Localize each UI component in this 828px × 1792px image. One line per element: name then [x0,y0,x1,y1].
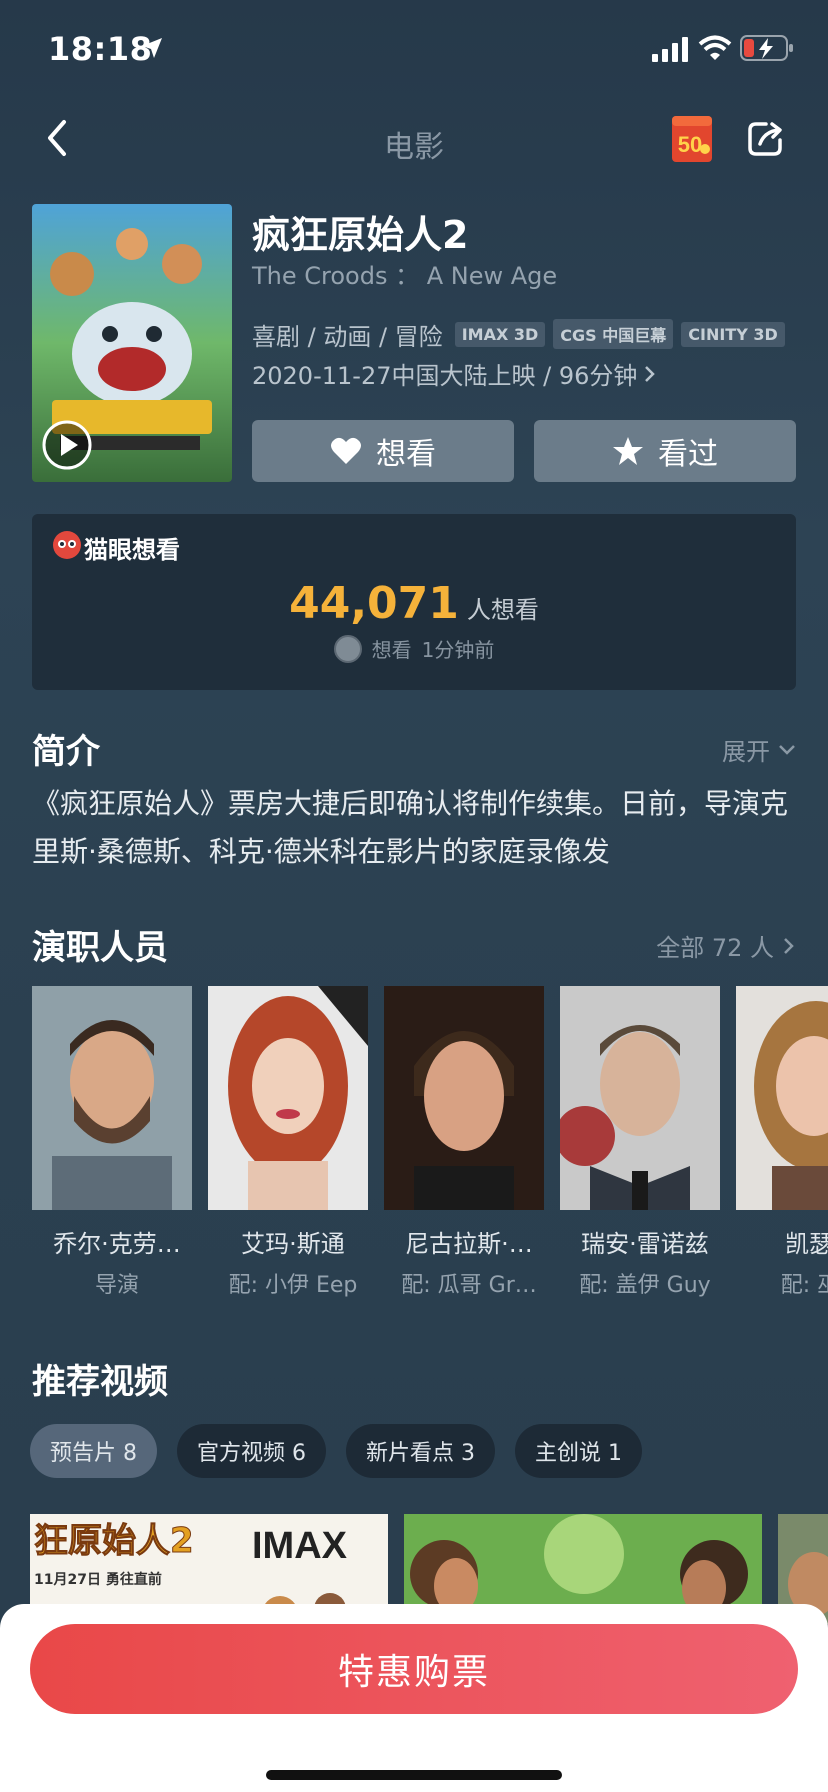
cast-photo [208,986,368,1210]
want-to-watch-button[interactable]: 想看 [252,420,514,482]
movie-title: 疯狂原始人2 [252,213,469,257]
battery-charging-icon [740,35,793,61]
tab-trailers[interactable]: 预告片 8 [30,1424,157,1478]
wifi-icon [698,35,732,60]
cast-role: 导演 [94,1273,139,1298]
genres: 喜剧 / 动画 / 冒险 [252,322,443,351]
cast-role: 配: 小伊 Eep [228,1273,358,1298]
watched-button[interactable]: 看过 [534,420,796,482]
play-icon[interactable] [42,420,92,470]
star-icon [613,437,643,465]
location-arrow-icon [142,38,162,58]
heart-icon [331,437,361,464]
chevron-right-icon [784,937,794,954]
buy-tickets-button[interactable]: 特惠购票 [30,1624,798,1714]
status-bar: 18:18 [0,0,828,100]
cast-all-button[interactable]: 全部 72 人 [656,928,796,963]
intro-expand-button[interactable]: 展开 [722,732,796,767]
intro-title: 简介 [32,732,100,772]
want-count: 44,071 [289,578,459,629]
release-text: 2020-11-27中国大陆上映 / 96分钟 [252,362,638,390]
cast-photo [384,986,544,1210]
thumbnail-title: 狂原始人2 [34,1521,194,1561]
movie-poster[interactable] [32,204,232,482]
format-tag: CINITY 3D [681,321,785,347]
movie-english-title: The Croods ： A New Age [252,262,558,290]
want-button-label: 想看 [376,437,436,472]
cast-name: 凯瑟琳 [785,1230,828,1258]
genre-row: 喜剧 / 动画 / 冒险 IMAX 3D CGS 中国巨幕 CINITY 3D [252,318,785,351]
videos-title: 推荐视频 [32,1362,168,1402]
cast-card[interactable]: 瑞安·雷诺兹 配: 盖伊 Guy [560,986,720,1299]
video-tabs: 预告片 8 官方视频 6 新片看点 3 主创说 1 [30,1424,642,1478]
thumbnail-subtitle: 11月27日 勇往直前 [34,1571,162,1588]
cast-photo [32,986,192,1210]
signal-icon [652,37,688,62]
purchase-bar: 特惠购票 [0,1604,828,1792]
cast-list: 乔尔·克劳… 导演 艾玛·斯通 配: 小伊 Eep 尼古拉斯·… 配: 瓜哥 G… [32,986,828,1306]
cast-name: 乔尔·克劳… [53,1230,181,1258]
avatar [333,634,362,663]
recent-activity: 想看 1分钟前 [32,634,796,663]
maoyan-label: 猫眼想看 [84,536,180,564]
chevron-right-icon [645,365,656,382]
cast-photo [736,986,828,1210]
cast-card[interactable]: 凯瑟琳 配: 巫嘎 [736,986,828,1299]
recent-action: 想看 [371,638,412,662]
watched-button-label: 看过 [658,437,718,472]
want-count-row: 44,071 人想看 [32,578,796,629]
tab-official-videos[interactable]: 官方视频 6 [177,1424,326,1478]
nav-bar: 电影 50 [0,110,828,170]
want-count-unit: 人想看 [466,596,539,624]
thumbnail-brand: IMAX [252,1525,348,1567]
cast-role: 配: 巫嘎 [780,1273,828,1298]
cast-name: 艾玛·斯通 [241,1230,345,1258]
maoyan-want-card[interactable]: 猫眼想看 44,071 人想看 想看 1分钟前 [32,514,796,690]
intro-text: 《疯狂原始人》票房大捷后即确认将制作续集。日前，导演克里斯·桑德斯、科克·德米科… [32,787,789,868]
cast-all-label: 全部 72 人 [656,934,774,962]
format-tag: IMAX 3D [454,321,546,347]
cast-name: 瑞安·雷诺兹 [581,1230,709,1258]
chevron-down-icon [779,744,795,755]
status-time: 18:18 [48,30,153,68]
cast-role: 配: 盖伊 Guy [579,1273,711,1298]
share-icon[interactable] [746,120,784,158]
cast-card[interactable]: 尼古拉斯·… 配: 瓜哥 Gr… [384,986,544,1299]
home-indicator [266,1770,562,1780]
coupon-badge-text: 50 [678,132,702,157]
coupon-badge-icon[interactable]: 50 [672,116,712,162]
expand-label: 展开 [722,738,770,766]
tab-creators-talk[interactable]: 主创说 1 [515,1424,642,1478]
maoyan-logo-icon [53,531,81,559]
cast-name: 尼古拉斯·… [405,1230,533,1258]
cast-photo [560,986,720,1210]
cast-title: 演职人员 [32,928,168,968]
recent-time: 1分钟前 [421,638,495,662]
tab-highlights[interactable]: 新片看点 3 [346,1424,495,1478]
cast-role: 配: 瓜哥 Gr… [401,1273,537,1298]
cast-card[interactable]: 艾玛·斯通 配: 小伊 Eep [208,986,368,1299]
release-info[interactable]: 2020-11-27中国大陆上映 / 96分钟 [252,356,657,391]
cast-card[interactable]: 乔尔·克劳… 导演 [32,986,192,1299]
format-tag: CGS 中国巨幕 [553,319,674,349]
